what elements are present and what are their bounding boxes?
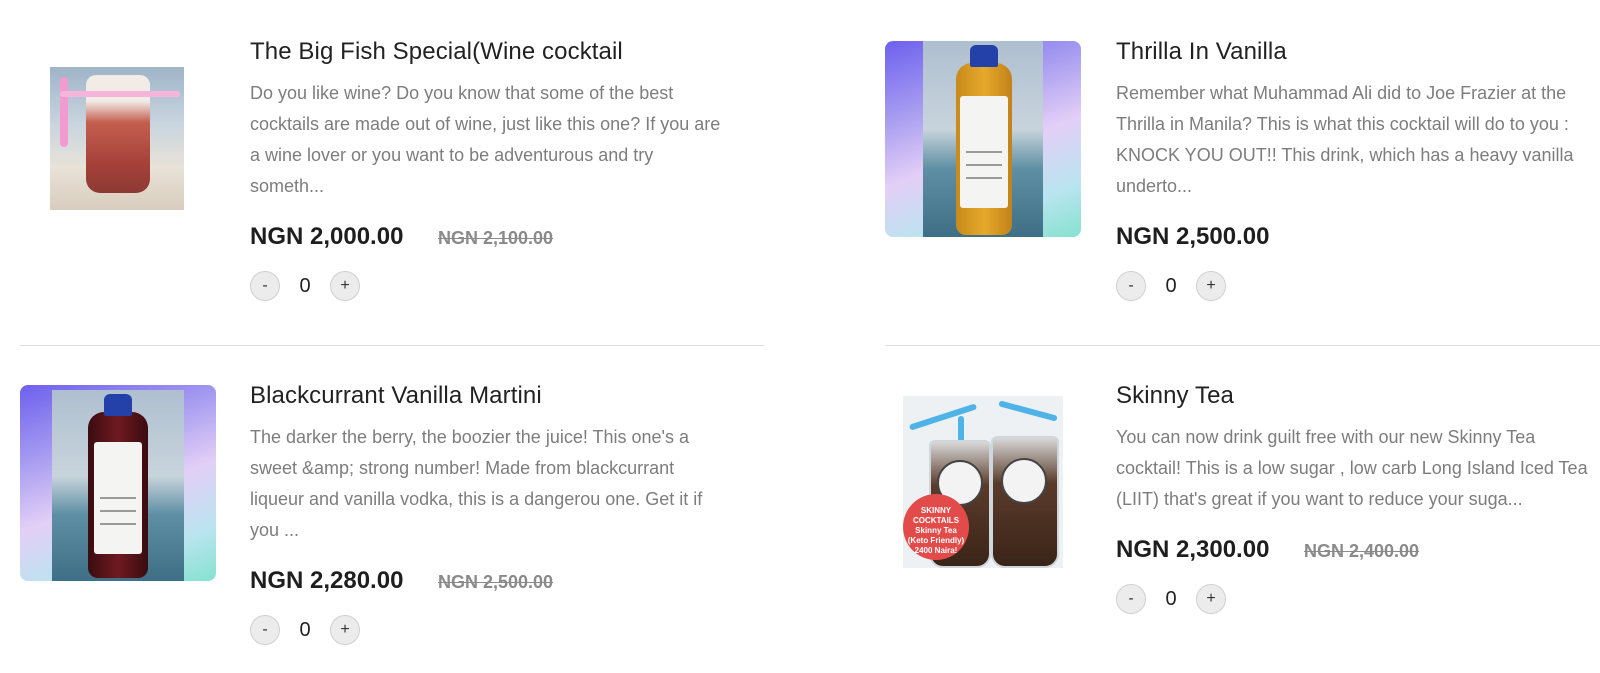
product-price: NGN 2,300.00 (1116, 536, 1270, 563)
badge-text: Skinny Tea (915, 526, 957, 535)
bottle-cap-shape (104, 394, 132, 416)
quantity-stepper: - 0 + (250, 271, 360, 301)
increment-button[interactable]: + (1196, 271, 1226, 301)
quantity-stepper: - 0 + (250, 615, 360, 645)
label-line (965, 177, 1003, 179)
photo-frame (52, 390, 184, 581)
product-old-price: NGN 2,100.00 (438, 228, 554, 248)
straw-shape (60, 77, 68, 147)
quantity-stepper: - 0 + (1116, 584, 1226, 614)
increment-button[interactable]: + (330, 615, 360, 645)
increment-button[interactable]: + (330, 271, 360, 301)
product-card: Thrilla In Vanilla Remember what Muhamma… (880, 0, 1600, 340)
product-image[interactable]: SKINNY COCKTAILS Skinny Tea (Keto Friend… (903, 396, 1063, 568)
product-price: NGN 2,280.00 (250, 567, 404, 594)
row-divider (885, 345, 1600, 346)
badge-text: SKINNY (920, 506, 952, 515)
label-line (99, 510, 137, 512)
decrement-button[interactable]: - (1116, 584, 1146, 614)
product-description: You can now drink guilt free with our ne… (1116, 427, 1588, 509)
label-line (99, 497, 137, 499)
product-image[interactable] (50, 67, 184, 210)
product-card: The Big Fish Special(Wine cocktail Do yo… (0, 0, 770, 340)
product-title[interactable]: Skinny Tea (1116, 382, 1234, 410)
product-price: NGN 2,000.00 (250, 223, 404, 250)
quantity-value: 0 (1165, 274, 1177, 297)
product-title[interactable]: Thrilla In Vanilla (1116, 38, 1287, 66)
quantity-value: 0 (299, 274, 311, 297)
label-line (99, 523, 137, 525)
product-title[interactable]: The Big Fish Special(Wine cocktail (250, 38, 623, 66)
bottle-label-shape (960, 96, 1008, 208)
badge-text: (Keto Friendly) (907, 536, 965, 545)
product-old-price: NGN 2,500.00 (438, 572, 554, 592)
label-line (965, 164, 1003, 166)
decrement-button[interactable]: - (1116, 271, 1146, 301)
badge-text: COCKTAILS (912, 516, 960, 525)
product-description: Do you like wine? Do you know that some … (250, 83, 721, 196)
photo-frame (923, 41, 1043, 237)
quantity-stepper: - 0 + (1116, 271, 1226, 301)
increment-button[interactable]: + (1196, 584, 1226, 614)
product-description: Remember what Muhammad Ali did to Joe Fr… (1116, 83, 1574, 196)
product-title[interactable]: Blackcurrant Vanilla Martini (250, 382, 542, 410)
label-line (965, 151, 1003, 153)
product-card: SKINNY COCKTAILS Skinny Tea (Keto Friend… (880, 350, 1600, 673)
badge-text: 2400 Naira! (914, 546, 958, 555)
bottle-cap-shape (970, 45, 998, 67)
bottle-label-shape (94, 442, 142, 554)
cup-label-shape (1001, 458, 1047, 504)
product-old-price: NGN 2,400.00 (1304, 541, 1420, 561)
product-image[interactable] (885, 41, 1081, 237)
product-description: The darker the berry, the boozier the ju… (250, 427, 703, 540)
product-card: Blackcurrant Vanilla Martini The darker … (0, 350, 770, 673)
row-divider (20, 345, 764, 346)
decrement-button[interactable]: - (250, 271, 280, 301)
decrement-button[interactable]: - (250, 615, 280, 645)
product-image[interactable] (20, 385, 216, 581)
quantity-value: 0 (1165, 587, 1177, 610)
quantity-value: 0 (299, 618, 311, 641)
product-price: NGN 2,500.00 (1116, 223, 1270, 250)
promo-badge: SKINNY COCKTAILS Skinny Tea (Keto Friend… (903, 494, 969, 560)
straw-top-shape (60, 91, 180, 97)
